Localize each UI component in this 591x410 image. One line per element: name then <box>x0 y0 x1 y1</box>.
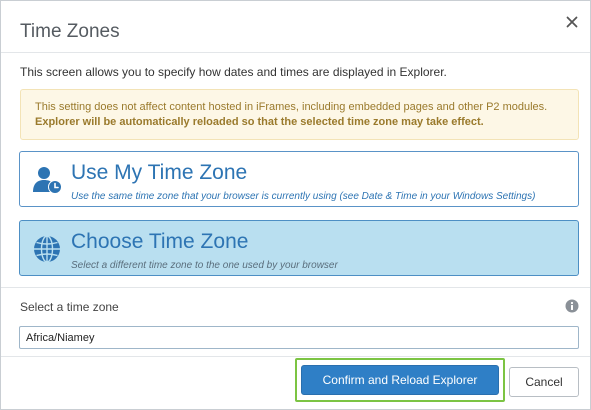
info-icon[interactable] <box>565 299 579 313</box>
dialog-description: This screen allows you to specify how da… <box>20 65 447 79</box>
dialog-title: Time Zones <box>20 21 120 42</box>
header-divider <box>1 52 590 53</box>
globe-icon <box>34 235 60 263</box>
choose-time-zone-option[interactable]: Choose Time Zone Select a different time… <box>19 220 579 276</box>
option-heading: Choose Time Zone <box>71 230 249 253</box>
confirm-reload-button[interactable]: Confirm and Reload Explorer <box>301 365 499 395</box>
time-zone-input[interactable] <box>19 326 579 349</box>
close-icon <box>566 16 578 28</box>
time-zones-dialog: Time Zones This screen allows you to spe… <box>0 0 591 410</box>
warning-bold-text: Explorer will be automatically reloaded … <box>35 116 484 128</box>
close-button[interactable] <box>562 12 582 32</box>
time-zone-label: Select a time zone <box>20 300 119 314</box>
user-clock-icon <box>33 167 62 194</box>
option-description: Use the same time zone that your browser… <box>71 191 536 202</box>
option-heading: Use My Time Zone <box>71 161 248 184</box>
warning-alert: This setting does not affect content hos… <box>20 89 579 140</box>
cancel-button[interactable]: Cancel <box>509 367 579 397</box>
option-description: Select a different time zone to the one … <box>71 260 338 271</box>
warning-text: This setting does not affect content hos… <box>35 101 548 113</box>
section-divider <box>1 287 590 288</box>
confirm-button-highlight: Confirm and Reload Explorer <box>295 358 505 402</box>
use-my-time-zone-option[interactable]: Use My Time Zone Use the same time zone … <box>19 151 579 207</box>
footer-divider <box>1 356 590 357</box>
